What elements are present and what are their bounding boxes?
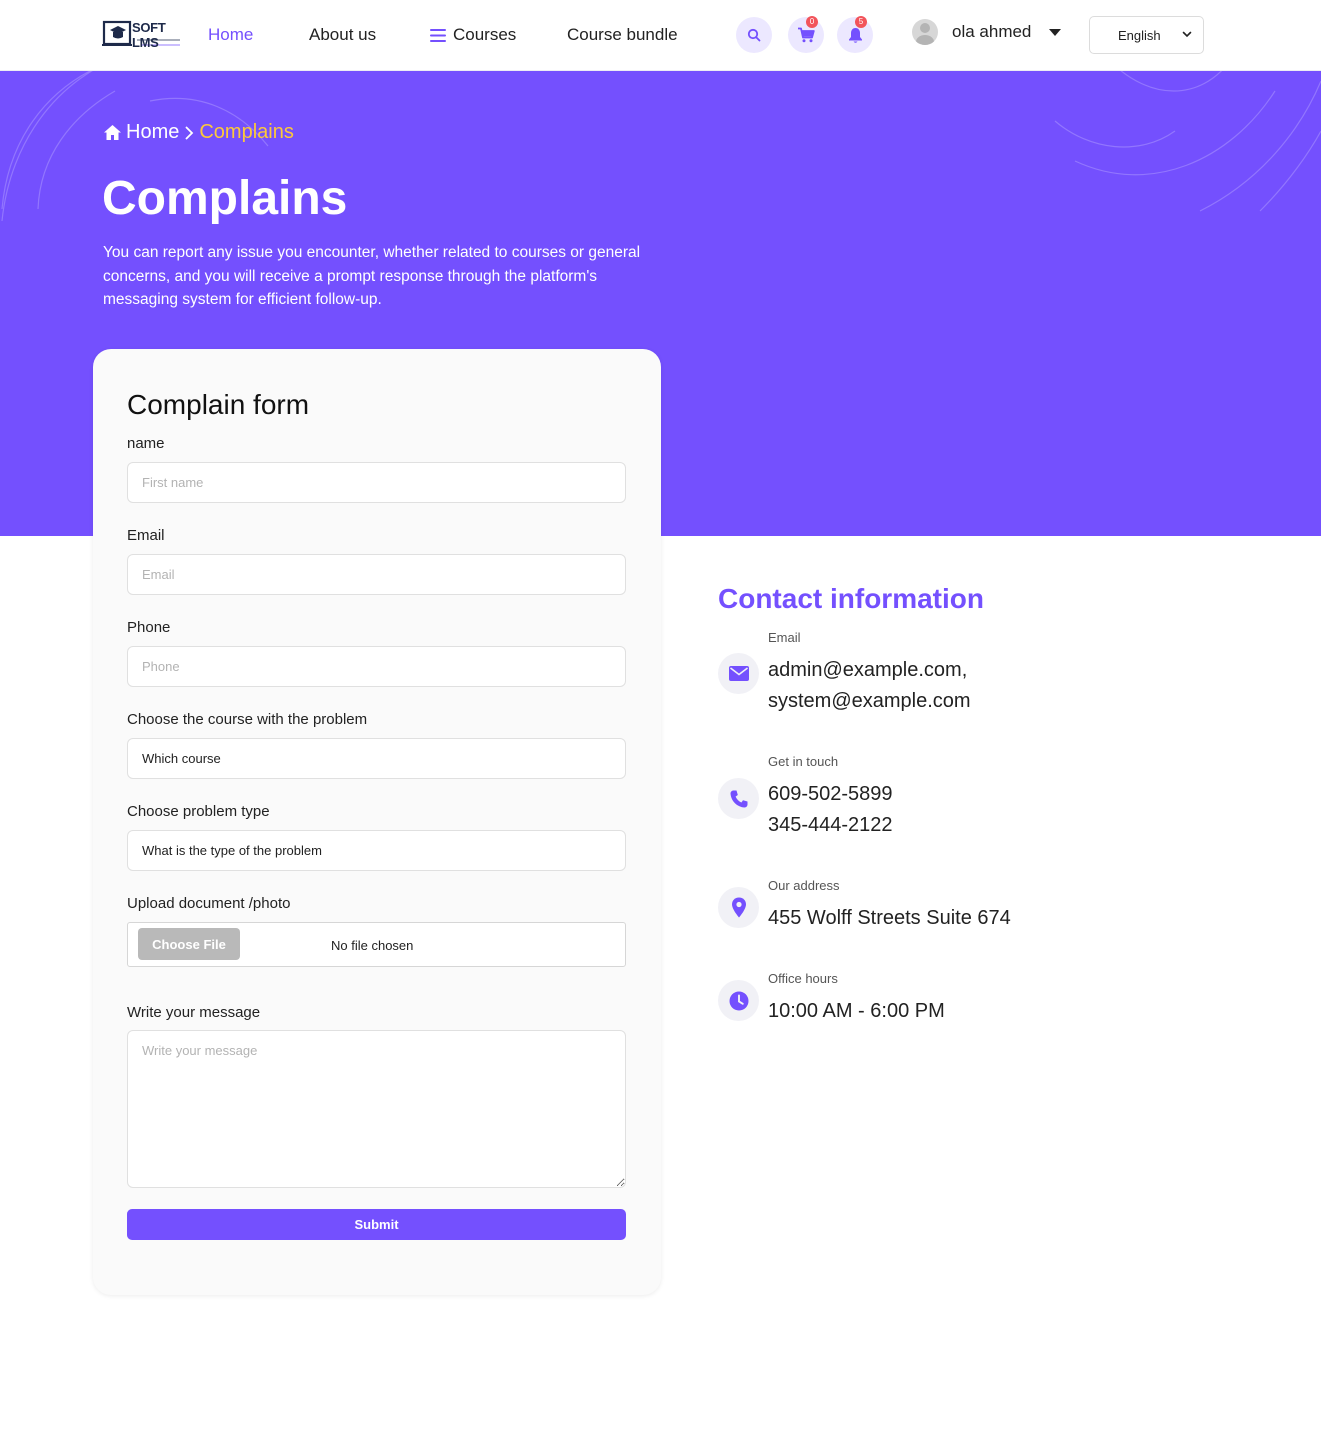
nav-home[interactable]: Home — [208, 25, 253, 45]
notifications-button[interactable]: 5 — [837, 16, 873, 53]
submit-button[interactable]: Submit — [127, 1209, 626, 1240]
name-input[interactable] — [127, 462, 626, 503]
choose-file-button[interactable]: Choose File — [138, 928, 240, 960]
contact-phone-label: Get in touch — [768, 754, 839, 769]
nav-about-us[interactable]: About us — [309, 25, 376, 45]
course-select-value: Which course — [142, 751, 221, 766]
problem-type-select-value: What is the type of the problem — [142, 843, 322, 858]
message-label: Write your message — [127, 1004, 261, 1021]
name-label: name — [127, 435, 165, 452]
contact-address: 455 Wolff Streets Suite 674 — [768, 907, 1011, 929]
page-title: Complains — [102, 172, 348, 225]
breadcrumb-current: Complains — [199, 121, 294, 143]
cart-icon — [798, 27, 815, 43]
logo-text: SOFT LMS — [132, 20, 166, 50]
cart-button[interactable]: 0 — [788, 16, 824, 53]
contact-email-primary[interactable]: admin@example.com, — [768, 655, 967, 686]
hamburger-icon — [430, 28, 446, 42]
location-pin-icon — [718, 887, 759, 928]
search-button[interactable] — [736, 17, 772, 53]
email-input[interactable] — [127, 554, 626, 595]
bell-icon — [848, 27, 862, 43]
language-value: English — [1118, 27, 1161, 43]
contact-hours: 10:00 AM - 6:00 PM — [768, 1000, 945, 1022]
clock-icon — [718, 980, 759, 1021]
course-label: Choose the course with the problem — [127, 711, 368, 728]
site-logo[interactable]: SOFT LMS — [102, 18, 190, 50]
notification-count-badge: 5 — [855, 16, 867, 28]
nav-course-bundle[interactable]: Course bundle — [567, 25, 678, 45]
search-icon — [747, 28, 761, 42]
user-name: ola ahmed — [952, 22, 1032, 41]
complain-form-card: Complain form name Email Phone Choose th… — [93, 349, 661, 1295]
phone-label: Phone — [127, 619, 171, 636]
upload-label: Upload document /photo — [127, 895, 291, 912]
chevron-down-icon — [1182, 31, 1192, 38]
contact-title: Contact information — [718, 583, 984, 614]
cart-count-badge: 0 — [806, 16, 818, 28]
contact-email-secondary[interactable]: system@example.com — [768, 686, 971, 717]
problem-type-label: Choose problem type — [127, 803, 270, 820]
contact-hours-label: Office hours — [768, 971, 838, 986]
site-header: SOFT LMS Home About us Courses Course bu… — [0, 0, 1321, 71]
phone-icon — [718, 778, 759, 819]
home-icon — [104, 125, 121, 140]
chevron-right-icon — [185, 126, 194, 139]
phone-input[interactable] — [127, 646, 626, 687]
message-textarea[interactable] — [127, 1030, 626, 1188]
problem-type-select[interactable]: What is the type of the problem — [127, 830, 626, 871]
nav-courses[interactable]: Courses — [430, 25, 516, 45]
avatar — [912, 19, 938, 45]
contact-address-label: Our address — [768, 878, 840, 893]
contact-phone-primary[interactable]: 609-502-5899 — [768, 779, 893, 810]
file-status: No file chosen — [331, 938, 414, 953]
contact-email-label: Email — [768, 630, 801, 645]
breadcrumb-home[interactable]: Home — [126, 121, 179, 144]
language-select[interactable]: English — [1089, 16, 1204, 54]
form-title: Complain form — [127, 389, 310, 420]
caret-down-icon — [1049, 28, 1062, 36]
email-label: Email — [127, 527, 165, 544]
course-select[interactable]: Which course — [127, 738, 626, 779]
file-upload-field: Choose File No file chosen — [127, 922, 626, 967]
user-menu[interactable]: ola ahmed — [912, 17, 1062, 47]
page-description: You can report any issue you encounter, … — [103, 244, 641, 308]
contact-phone-secondary[interactable]: 345-444-2122 — [768, 810, 893, 841]
nav-courses-label: Courses — [453, 25, 517, 44]
envelope-icon — [718, 653, 759, 694]
breadcrumb: Home Complains — [103, 121, 294, 144]
